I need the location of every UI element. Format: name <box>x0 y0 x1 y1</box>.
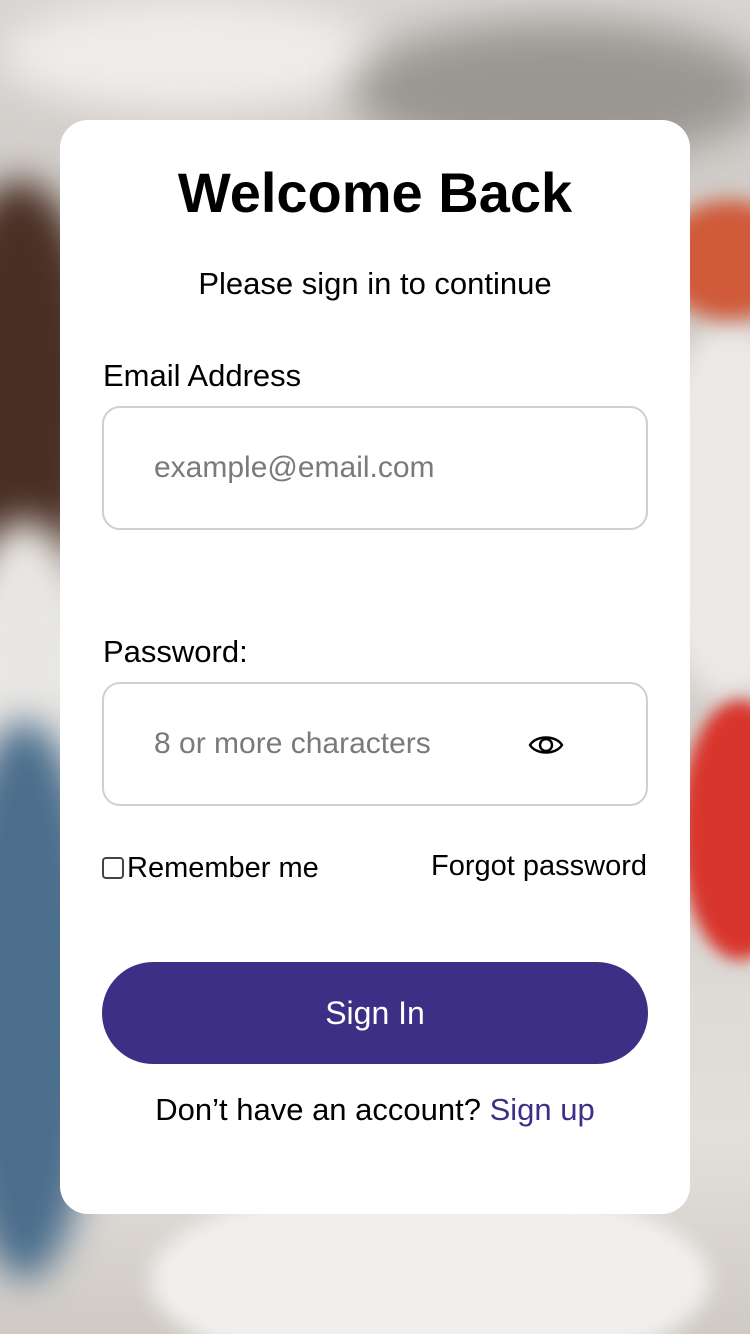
background-shape <box>0 0 380 110</box>
forgot-password-link[interactable]: Forgot password <box>431 850 647 883</box>
email-field[interactable] <box>154 408 514 528</box>
signup-prompt: Don’t have an account? Sign up <box>0 1092 750 1128</box>
sign-in-button[interactable]: Sign In <box>102 962 648 1064</box>
email-label: Email Address <box>103 358 302 393</box>
page-subtitle: Please sign in to continue <box>198 266 552 301</box>
remember-me-checkbox[interactable] <box>102 857 124 879</box>
password-field[interactable] <box>154 684 514 804</box>
page-title: Welcome Back <box>177 161 573 224</box>
background-shape <box>680 700 750 960</box>
password-label: Password: <box>103 634 248 669</box>
remember-me-label: Remember me <box>127 852 319 884</box>
signup-prompt-text: Don’t have an account? <box>155 1092 490 1127</box>
sign-up-link[interactable]: Sign up <box>490 1092 595 1127</box>
email-field-box <box>102 406 648 530</box>
password-field-box <box>102 682 648 806</box>
eye-icon[interactable] <box>528 732 564 758</box>
remember-me: Remember me <box>102 852 319 884</box>
